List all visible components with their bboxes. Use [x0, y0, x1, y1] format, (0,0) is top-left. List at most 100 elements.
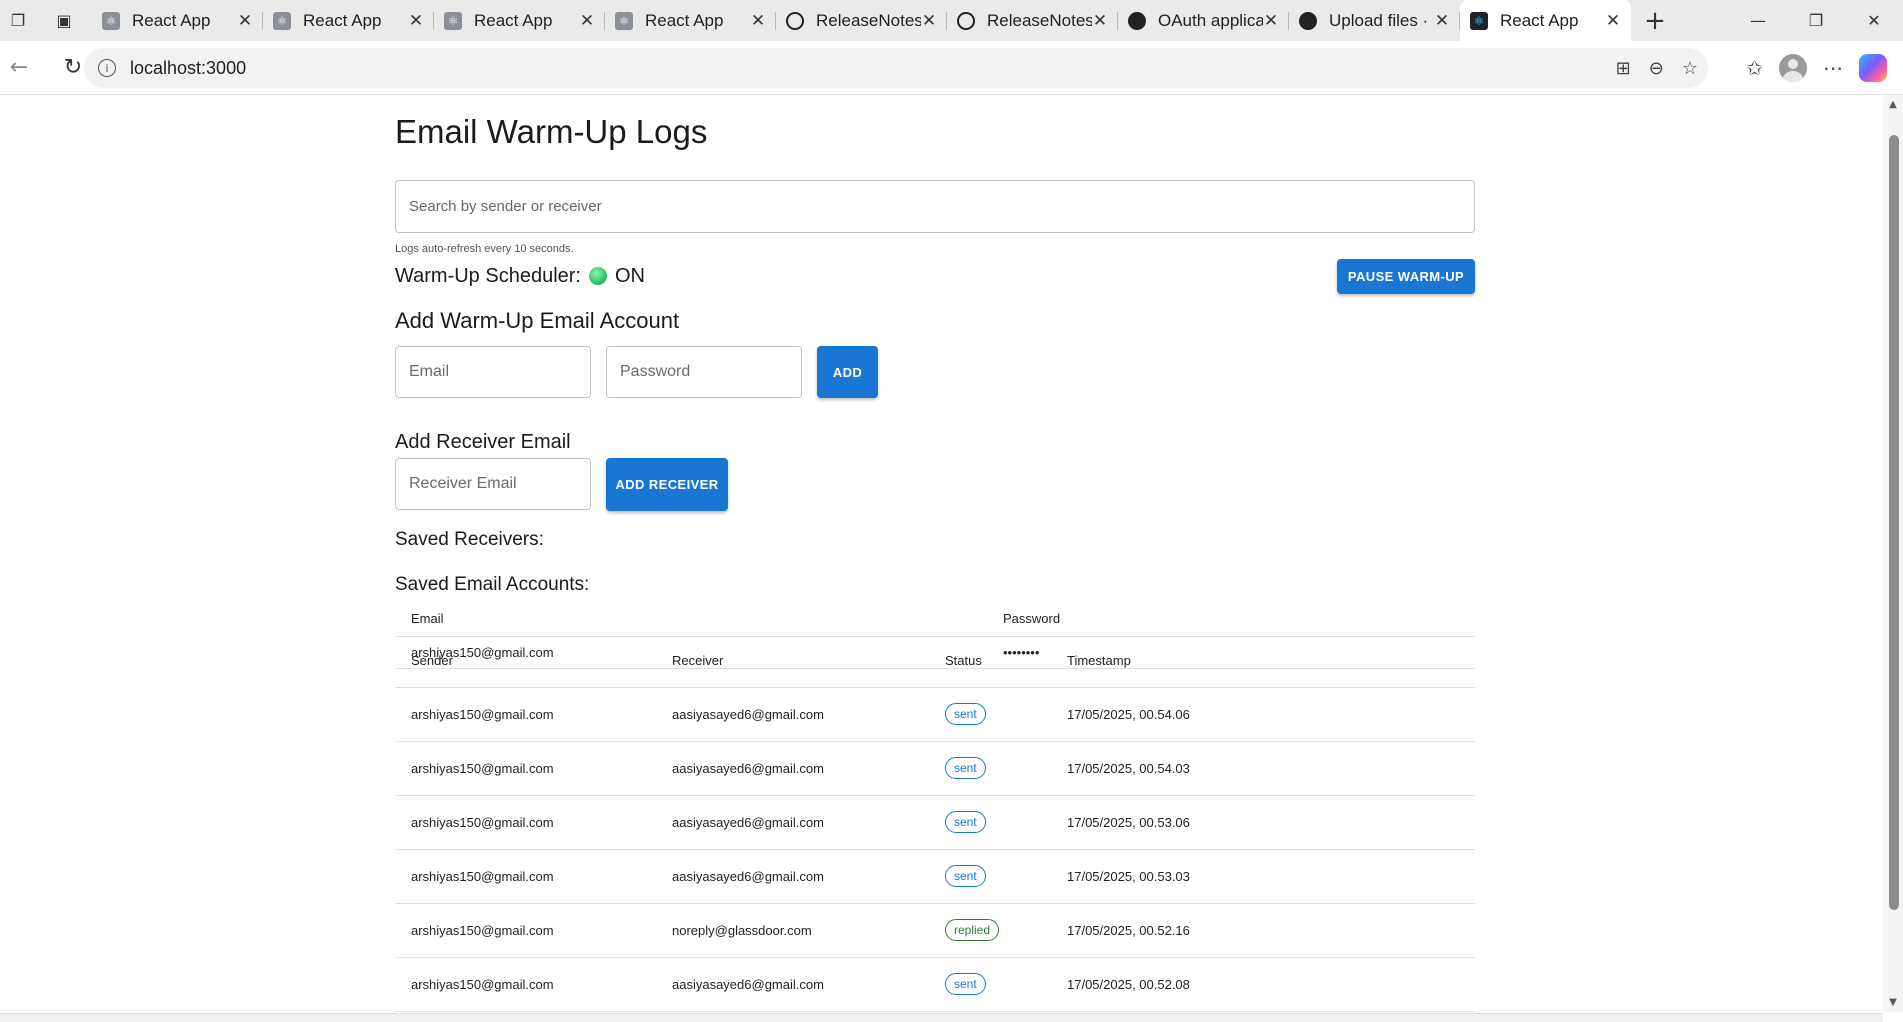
browser-tab[interactable]: ⚛ React App ✕	[605, 0, 776, 41]
tab-close-icon[interactable]: ✕	[1434, 11, 1450, 31]
receiver-cell: noreply@glassdoor.com	[656, 903, 929, 958]
tab-close-icon[interactable]: ✕	[1605, 11, 1621, 31]
logs-body: arshiyas150@gmail.com aasiyasayed6@gmail.…	[395, 687, 1475, 1012]
add-receiver-heading: Add Receiver Email	[395, 431, 571, 453]
tab-close-icon[interactable]: ✕	[1263, 11, 1279, 31]
url-text[interactable]: localhost:3000	[130, 58, 246, 79]
column-header-status: Status	[929, 635, 1051, 688]
minimize-icon[interactable]: —	[1729, 0, 1787, 41]
zoom-icon[interactable]: ⊖	[1649, 58, 1664, 79]
timestamp-cell: 17/05/2025, 00.54.03	[1051, 741, 1475, 796]
timestamp-cell: 17/05/2025, 00.53.03	[1051, 849, 1475, 904]
timestamp-cell: 17/05/2025, 00.54.06	[1051, 687, 1475, 742]
status-badge: sent	[945, 973, 986, 995]
globe-icon	[786, 11, 804, 30]
column-header-receiver: Receiver	[656, 635, 929, 688]
tab-close-icon[interactable]: ✕	[408, 11, 424, 31]
search-input[interactable]	[395, 180, 1475, 233]
pause-warmup-button[interactable]: PAUSE WARM-UP	[1337, 259, 1475, 294]
window-controls: — ❐ ✕	[1729, 0, 1903, 41]
receiver-email-field[interactable]	[395, 458, 591, 510]
status-cell: sent	[929, 741, 1051, 796]
restore-icon[interactable]: ❐	[1787, 0, 1845, 41]
browser-tab[interactable]: ⚛ React App ✕	[1460, 0, 1631, 41]
browser-tab[interactable]: ReleaseNotes. ✕	[947, 0, 1118, 41]
favorites-icon[interactable]: ✩	[1746, 56, 1763, 80]
table-row: arshiyas150@gmail.com aasiyasayed6@gmail.…	[395, 741, 1475, 796]
tab-close-icon[interactable]: ✕	[750, 11, 766, 31]
column-header-email: Email	[395, 602, 987, 637]
vertical-tabs-icon[interactable]: ▣	[52, 9, 76, 33]
table-row: arshiyas150@gmail.com aasiyasayed6@gmail.…	[395, 849, 1475, 904]
tab-close-icon[interactable]: ✕	[1092, 11, 1108, 31]
scroll-thumb[interactable]	[1889, 135, 1899, 910]
sender-cell: arshiyas150@gmail.com	[395, 957, 656, 1012]
react-icon: ⚛	[1470, 11, 1488, 30]
horizontal-scrollbar[interactable]	[0, 1013, 1883, 1022]
accounts-header-row: Email Password	[395, 602, 1475, 637]
receiver-cell: aasiyasayed6@gmail.com	[656, 795, 929, 850]
table-row: arshiyas150@gmail.com aasiyasayed6@gmail.…	[395, 687, 1475, 742]
browser-tab[interactable]: ReleaseNotes. ✕	[776, 0, 947, 41]
react-icon: ⚛	[444, 11, 462, 30]
tab-title: React App	[474, 10, 553, 30]
tab-strip: ⚛ React App ✕ ⚛ React App ✕ ⚛ React App ✕ ⚛ React …	[92, 0, 1631, 41]
scroll-down-icon[interactable]: ▼	[1887, 997, 1899, 1008]
browser-tab[interactable]: OAuth applica ✕	[1118, 0, 1289, 41]
add-receiver-button[interactable]: ADD RECEIVER	[606, 458, 728, 511]
favorite-star-icon[interactable]: ☆	[1682, 58, 1698, 79]
scheduler-state: ON	[614, 264, 645, 287]
sender-cell: arshiyas150@gmail.com	[395, 687, 656, 742]
github-icon	[1299, 11, 1317, 30]
column-header-password: Password	[987, 602, 1475, 637]
browser-tab[interactable]: ⚛ React App ✕	[92, 0, 263, 41]
status-badge: sent	[945, 865, 986, 887]
sender-cell: arshiyas150@gmail.com	[395, 849, 656, 904]
github-icon	[1128, 11, 1146, 30]
status-badge: sent	[945, 757, 986, 779]
browser-tab[interactable]: Upload files · ✕	[1289, 0, 1460, 41]
workspaces-icon[interactable]: ❐	[6, 9, 30, 33]
receiver-cell: aasiyasayed6@gmail.com	[656, 687, 929, 742]
browser-tab[interactable]: ⚛ React App ✕	[263, 0, 434, 41]
react-icon: ⚛	[615, 11, 633, 30]
sender-cell: arshiyas150@gmail.com	[395, 741, 656, 796]
timestamp-cell: 17/05/2025, 00.53.06	[1051, 795, 1475, 850]
vertical-scrollbar[interactable]: ▲ ▼	[1883, 95, 1903, 1012]
table-row: arshiyas150@gmail.com noreply@glassdoor.c…	[395, 903, 1475, 958]
back-icon[interactable]: ←	[0, 49, 38, 87]
receiver-cell: aasiyasayed6@gmail.com	[656, 741, 929, 796]
password-field[interactable]	[606, 346, 802, 398]
status-cell: sent	[929, 849, 1051, 904]
tab-close-icon[interactable]: ✕	[237, 11, 253, 31]
tab-title: OAuth applica	[1158, 10, 1263, 30]
copilot-icon[interactable]	[1859, 54, 1887, 82]
more-menu-icon[interactable]: ⋯	[1823, 56, 1843, 80]
column-header-timestamp: Timestamp	[1051, 635, 1475, 688]
add-account-heading: Add Warm-Up Email Account	[395, 308, 680, 333]
tab-close-icon[interactable]: ✕	[579, 11, 595, 31]
tab-title: React App	[303, 10, 382, 30]
tab-title: ReleaseNotes.	[816, 10, 921, 30]
email-field[interactable]	[395, 346, 591, 398]
timestamp-cell: 17/05/2025, 00.52.08	[1051, 957, 1475, 1012]
scroll-up-icon[interactable]: ▲	[1887, 99, 1899, 110]
add-account-button[interactable]: ADD	[817, 346, 878, 398]
new-tab-button[interactable]: +	[1637, 3, 1673, 39]
tab-close-icon[interactable]: ✕	[921, 11, 937, 31]
status-badge: replied	[945, 919, 1000, 941]
logs-table: Sender Receiver Status Timestamp arshiya…	[395, 635, 1475, 1012]
status-cell: sent	[929, 957, 1051, 1012]
react-icon: ⚛	[102, 11, 120, 30]
page-viewport: Email Warm-Up Logs Logs auto-refresh eve…	[0, 95, 1883, 1022]
site-info-icon[interactable]: i	[98, 59, 116, 77]
sender-cell: arshiyas150@gmail.com	[395, 795, 656, 850]
browser-tab[interactable]: ⚛ React App ✕	[434, 0, 605, 41]
address-bar[interactable]: i localhost:3000 ⊞ ⊖ ☆	[84, 48, 1708, 88]
app-available-icon[interactable]: ⊞	[1616, 58, 1631, 79]
close-window-icon[interactable]: ✕	[1845, 0, 1903, 41]
page-title: Email Warm-Up Logs	[395, 113, 708, 150]
logs-header-row: Sender Receiver Status Timestamp	[395, 635, 1475, 688]
profile-avatar[interactable]	[1779, 54, 1807, 82]
react-icon: ⚛	[273, 11, 291, 30]
